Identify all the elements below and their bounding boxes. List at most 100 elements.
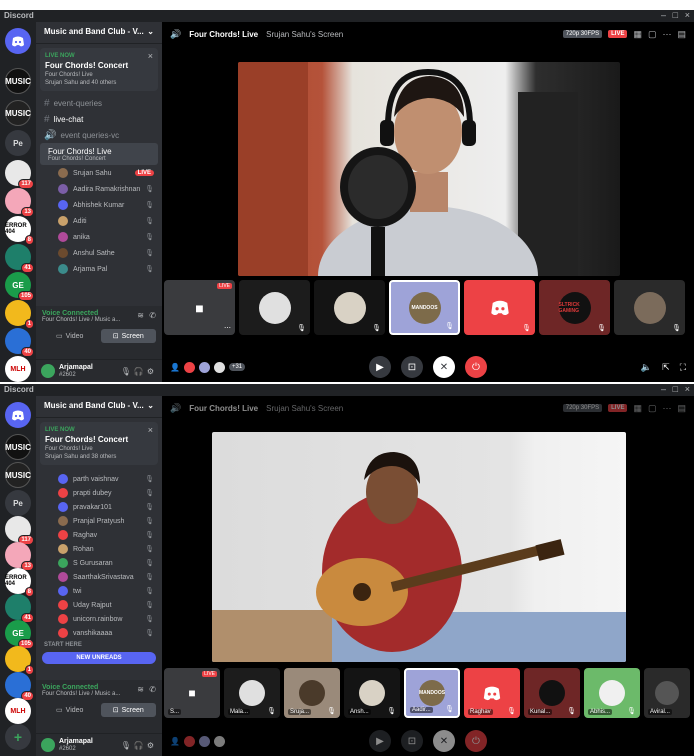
participant-tile[interactable]: Abhis... 🎙 <box>584 668 640 718</box>
voice-user[interactable]: unicorn.rainbow 🎙 <box>36 612 162 626</box>
participant-tile[interactable]: 🎙 <box>614 280 685 335</box>
participant-tile[interactable]: 🎙 <box>314 280 385 335</box>
server-bulb-icon[interactable]: 13 <box>5 542 34 571</box>
channel-event-queries-vc[interactable]: 🔊 event queries-vc <box>36 127 162 143</box>
grid-icon[interactable]: ▦ <box>633 403 642 414</box>
noise-suppression-icon[interactable]: ≋ <box>137 685 144 694</box>
start-here-category[interactable]: START HERE <box>36 640 162 650</box>
channel-live-chat[interactable]: # live-chat <box>36 111 162 127</box>
voice-user[interactable]: Pranjal Pratyush 🎙 <box>36 514 162 528</box>
video-button[interactable]: ▭ Video <box>42 329 98 343</box>
participant-tile[interactable]: Sruja... 🎙 <box>284 668 340 718</box>
new-unreads-button[interactable]: NEW UNREADS <box>42 652 156 664</box>
voice-user[interactable]: SaarthakSrivastava 🎙 <box>36 570 162 584</box>
screen-button[interactable]: ⊡ Screen <box>100 329 156 343</box>
discord-home-icon[interactable] <box>5 28 31 54</box>
fullscreen-icon[interactable]: ⛶ <box>680 362 686 373</box>
server-pe-icon[interactable]: Pe <box>5 490 31 516</box>
maximize-icon[interactable]: □ <box>673 10 678 20</box>
add-user-icon[interactable]: 👤 <box>170 737 180 746</box>
participant-tile[interactable]: 🎙 <box>464 280 535 335</box>
close-icon[interactable]: × <box>148 425 153 435</box>
discord-home-icon[interactable] <box>5 402 31 428</box>
channel-event-queries[interactable]: # event-queries <box>36 95 162 111</box>
server-blue-icon[interactable]: 40 <box>5 328 34 357</box>
voice-user[interactable]: vanshikaaaa 🎙 <box>36 626 162 640</box>
server-music-club-icon[interactable]: MUSIC <box>5 68 31 94</box>
voice-user[interactable]: Abhishek Kumar 🎙 <box>36 197 162 213</box>
camera-button[interactable]: ▶ <box>369 730 391 752</box>
leave-call-button[interactable]: ⏻ <box>465 356 487 378</box>
main-video-stream[interactable] <box>238 62 620 276</box>
channel-four-chords-live[interactable]: Four Chords! Live Four Chords! Concert <box>40 143 158 165</box>
avatar[interactable] <box>41 738 55 752</box>
user-controls-icons[interactable]: 🎙🎧⚙ <box>121 367 157 376</box>
main-video-stream[interactable] <box>212 432 626 662</box>
server-teal-icon[interactable]: 41 <box>5 244 34 273</box>
voice-user[interactable]: Anshul Sathe 🎙 <box>36 245 162 261</box>
chevron-down-icon[interactable]: ⌄ <box>147 27 154 38</box>
participant-tile[interactable]: Ansh... 🎙 <box>344 668 400 718</box>
voice-user[interactable]: Aadira Ramakrishnan 🎙 <box>36 181 162 197</box>
minimize-icon[interactable]: – <box>661 10 666 20</box>
participant-tile[interactable]: LIVE ■ S... <box>164 668 220 718</box>
voice-user[interactable]: Raghav 🎙 <box>36 528 162 542</box>
avatar[interactable] <box>41 364 55 378</box>
disconnect-icon[interactable]: ✆ <box>149 311 156 320</box>
voice-user[interactable]: Uday Rajput 🎙 <box>36 598 162 612</box>
participant-tile[interactable]: MANDOOS Aadir... 🎙 <box>404 668 460 718</box>
server-error-404-icon[interactable]: ERROR 404 8 <box>5 216 34 245</box>
disconnect-icon[interactable]: ✆ <box>149 685 156 694</box>
popout-icon[interactable]: ▢ <box>648 29 657 40</box>
mute-button[interactable]: ✕ <box>433 356 455 378</box>
popout-icon[interactable]: ▢ <box>648 403 657 414</box>
participant-tile[interactable]: Aviral... <box>644 668 690 718</box>
participant-tile[interactable]: Kunal... 🎙 <box>524 668 580 718</box>
server-pe-icon[interactable]: Pe <box>5 130 31 156</box>
close-icon[interactable]: × <box>148 51 153 61</box>
server-mlh-icon[interactable]: MLH <box>5 698 31 724</box>
server-music-icon[interactable]: MUSIC <box>5 100 31 126</box>
server-mlh-icon[interactable]: MLH <box>5 356 31 382</box>
participants-summary[interactable]: 👤 +31 <box>170 361 246 373</box>
participant-tile[interactable]: SLTRICK GAMING 🎙 <box>539 280 610 335</box>
voice-user[interactable]: prapti dubey 🎙 <box>36 486 162 500</box>
server-blue-icon[interactable]: 40 <box>5 672 34 701</box>
grid-icon[interactable]: ▦ <box>633 29 642 40</box>
participant-tile[interactable]: Raghav 🎙 <box>464 668 520 718</box>
voice-user[interactable]: parth vaishnav 🎙 <box>36 472 162 486</box>
voice-user[interactable]: pravakar101 🎙 <box>36 500 162 514</box>
user-controls-icons[interactable]: 🎙🎧⚙ <box>121 741 157 750</box>
participants-summary[interactable]: 👤 <box>170 735 225 747</box>
inbox-icon[interactable]: ▤ <box>677 29 686 40</box>
participant-tile[interactable]: LIVE ■ ⋯ <box>164 280 235 335</box>
close-window-icon[interactable]: × <box>685 10 690 20</box>
participant-tile[interactable]: Mala... 🎙 <box>224 668 280 718</box>
server-bulb-icon[interactable]: 13 <box>5 188 34 217</box>
voice-user[interactable]: Rohan 🎙 <box>36 542 162 556</box>
add-server-icon[interactable]: + <box>5 724 31 750</box>
mute-button[interactable]: ✕ <box>433 730 455 752</box>
volume-icon[interactable]: 🔈 <box>641 362 652 373</box>
more-icon[interactable]: ⋯ <box>662 29 671 40</box>
leave-call-button[interactable]: ⏻ <box>465 730 487 752</box>
video-button[interactable]: ▭ Video <box>42 703 98 717</box>
screen-share-button[interactable]: ⊡ <box>401 356 423 378</box>
participant-tile[interactable]: MANDOOS 🎙 <box>389 280 460 335</box>
server-white-icon[interactable]: 117 <box>5 160 34 189</box>
voice-user[interactable]: Srujan Sahu LIVE <box>36 165 162 181</box>
screen-button[interactable]: ⊡ Screen <box>100 703 156 717</box>
server-header[interactable]: Music and Band Club - V... ⌄ <box>36 22 162 44</box>
server-header[interactable]: Music and Band Club - V... ⌄ <box>36 396 162 418</box>
server-yellow-icon[interactable]: 1 <box>5 300 34 329</box>
voice-user[interactable]: S Gurusaran 🎙 <box>36 556 162 570</box>
server-ge-icon[interactable]: GE 105 <box>5 620 34 649</box>
camera-button[interactable]: ▶ <box>369 356 391 378</box>
chevron-down-icon[interactable]: ⌄ <box>147 401 154 412</box>
server-music-club-icon[interactable]: MUSIC <box>5 434 31 460</box>
more-icon[interactable]: ⋯ <box>662 403 671 414</box>
live-stage-card[interactable]: × LIVE NOW Four Chords! Concert Four Cho… <box>40 422 158 465</box>
voice-user[interactable]: twi 🎙 <box>36 584 162 598</box>
add-user-icon[interactable]: 👤 <box>170 363 180 372</box>
server-teal-icon[interactable]: 41 <box>5 594 34 623</box>
